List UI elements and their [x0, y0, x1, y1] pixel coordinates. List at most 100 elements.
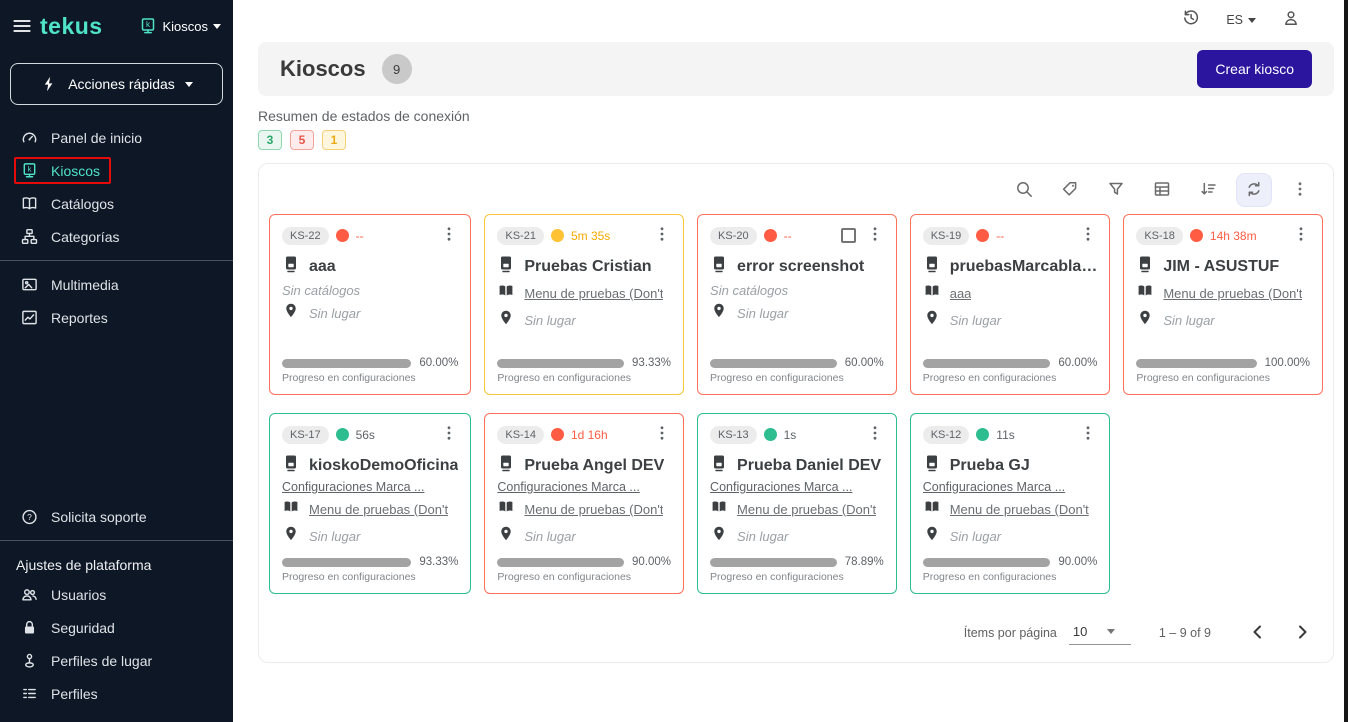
kiosk-icon: k: [21, 162, 38, 179]
card-menu-button[interactable]: [1079, 424, 1097, 445]
next-page-button[interactable]: [1289, 620, 1315, 646]
card-menu-button[interactable]: [1292, 225, 1310, 246]
config-link[interactable]: Configuraciones Marca ...: [497, 480, 671, 494]
progress-caption: Progreso en configuraciones: [923, 571, 1098, 583]
location-row: Sin lugar: [497, 525, 671, 548]
sidebar-item-label: Categorías: [51, 229, 119, 245]
catalog-link[interactable]: Menu de pruebas (Don't: [524, 502, 663, 517]
card-title-row: Prueba GJ: [923, 454, 1098, 477]
progress-block: 78.89% Progreso en configuraciones: [710, 556, 884, 583]
sidebar-item-panel-de-inicio[interactable]: Panel de inicio: [0, 121, 233, 154]
more-vertical-icon: [1291, 180, 1309, 201]
account-button[interactable]: [1282, 9, 1300, 32]
sidebar-item-reportes[interactable]: Reportes: [0, 301, 233, 334]
list-toolbar: [267, 170, 1325, 214]
uptime-label: 1s: [784, 428, 797, 442]
catalog-link[interactable]: Menu de pruebas (Don't: [737, 502, 876, 517]
card-id-badge: KS-21: [497, 227, 544, 245]
menu-icon[interactable]: [12, 16, 32, 36]
sidebar-item-categorias[interactable]: Categorías: [0, 220, 233, 253]
book-icon: [21, 195, 38, 212]
progress-caption: Progreso en configuraciones: [710, 372, 884, 384]
profiles-icon: [21, 685, 38, 702]
previous-page-button[interactable]: [1245, 620, 1271, 646]
progress-caption: Progreso en configuraciones: [497, 571, 671, 583]
toolbar-refresh-button[interactable]: [1237, 174, 1271, 206]
sidebar-item-catalogos[interactable]: Catálogos: [0, 187, 233, 220]
toolbar-more-button[interactable]: [1283, 174, 1317, 206]
uptime-label: 1d 16h: [571, 428, 608, 442]
create-kiosk-button[interactable]: Crear kiosco: [1197, 50, 1312, 88]
uptime-label: --: [996, 229, 1004, 243]
chevron-left-icon: [1249, 623, 1267, 644]
sidebar-item-label: Catálogos: [51, 196, 114, 212]
card-menu-button[interactable]: [440, 424, 458, 445]
quick-actions-button[interactable]: Acciones rápidas: [10, 63, 223, 105]
no-catalog-label: Sin catálogos: [282, 283, 458, 298]
page-size-select[interactable]: 10: [1069, 622, 1131, 645]
more-vertical-icon: [653, 424, 671, 445]
kiosk-icon: [282, 255, 300, 278]
sidebar-item-label: Reportes: [51, 310, 108, 326]
toolbar-tags-button[interactable]: [1053, 174, 1087, 206]
sidebar-item-seguridad[interactable]: Seguridad: [0, 611, 233, 644]
catalog-link[interactable]: Menu de pruebas (Don't: [950, 502, 1089, 517]
sidebar-item-solicita-soporte[interactable]: ? Solicita soporte: [0, 500, 233, 533]
workspace-switcher[interactable]: k Kioscos: [139, 17, 221, 35]
toolbar-table-view-button[interactable]: [1145, 174, 1179, 206]
history-button[interactable]: [1182, 9, 1200, 32]
catalog-link[interactable]: Menu de pruebas (Don't: [309, 502, 448, 517]
toolbar-search-button[interactable]: [1007, 174, 1041, 206]
sidebar-item-multimedia[interactable]: Multimedia: [0, 268, 233, 301]
progress-track: [710, 558, 837, 567]
card-header: KS-21 5m 35s: [497, 225, 671, 246]
more-vertical-icon: [1292, 225, 1310, 246]
sidebar-item-usuarios[interactable]: Usuarios: [0, 578, 233, 611]
progress-track: [923, 359, 1051, 368]
card-menu-button[interactable]: [866, 424, 884, 445]
sidebar-item-label: Panel de inicio: [51, 130, 142, 146]
location-pin-icon: [1136, 309, 1154, 332]
more-vertical-icon: [440, 225, 458, 246]
kiosk-card-ks-18: KS-18 14h 38m JIM - ASUSTUF Menu de prue…: [1123, 214, 1323, 395]
location-label: Sin lugar: [1163, 313, 1214, 328]
progress-caption: Progreso en configuraciones: [710, 571, 884, 583]
card-menu-button[interactable]: [440, 225, 458, 246]
card-title: kioskoDemoOficina: [309, 457, 458, 475]
card-id-badge: KS-19: [923, 227, 970, 245]
location-pin-icon: [710, 302, 728, 325]
progress-value: 60.00%: [419, 357, 458, 369]
card-title: error screenshot: [737, 258, 864, 276]
kiosk-icon: [497, 454, 515, 477]
catalog-row: Menu de pruebas (Don't: [923, 498, 1098, 521]
progress-track: [710, 359, 837, 368]
sidebar-item-kioscos[interactable]: kKioscos: [0, 154, 233, 187]
card-title: Prueba Daniel DEV: [737, 457, 881, 475]
toolbar-filter-button[interactable]: [1099, 174, 1133, 206]
uptime-label: 5m 35s: [571, 229, 610, 243]
status-dot: [764, 428, 777, 441]
sidebar-item-perfiles-de-lugar[interactable]: Perfiles de lugar: [0, 644, 233, 677]
card-menu-button[interactable]: [866, 225, 884, 246]
location-label: Sin lugar: [950, 529, 1001, 544]
chevron-down-icon: [213, 24, 221, 29]
toolbar-sort-button[interactable]: [1191, 174, 1225, 206]
config-link[interactable]: Configuraciones Marca ...: [710, 480, 884, 494]
language-select[interactable]: ES: [1226, 13, 1256, 27]
card-checkbox[interactable]: [841, 228, 856, 243]
sidebar-item-perfiles[interactable]: Perfiles: [0, 677, 233, 710]
catalog-row: aaa: [923, 282, 1098, 305]
catalog-link[interactable]: aaa: [950, 286, 972, 301]
card-menu-button[interactable]: [1079, 225, 1097, 246]
kiosk-count-badge: 9: [382, 54, 412, 84]
catalog-link[interactable]: Menu de pruebas (Don't: [1163, 286, 1302, 301]
workspace-label: Kioscos: [162, 19, 208, 34]
config-link[interactable]: Configuraciones Marca ...: [282, 480, 458, 494]
card-menu-button[interactable]: [653, 225, 671, 246]
filter-icon: [1107, 180, 1125, 201]
card-menu-button[interactable]: [653, 424, 671, 445]
status-dot: [1190, 229, 1203, 242]
config-link[interactable]: Configuraciones Marca ...: [923, 480, 1098, 494]
location-label: Sin lugar: [737, 529, 788, 544]
catalog-link[interactable]: Menu de pruebas (Don't: [524, 286, 663, 301]
